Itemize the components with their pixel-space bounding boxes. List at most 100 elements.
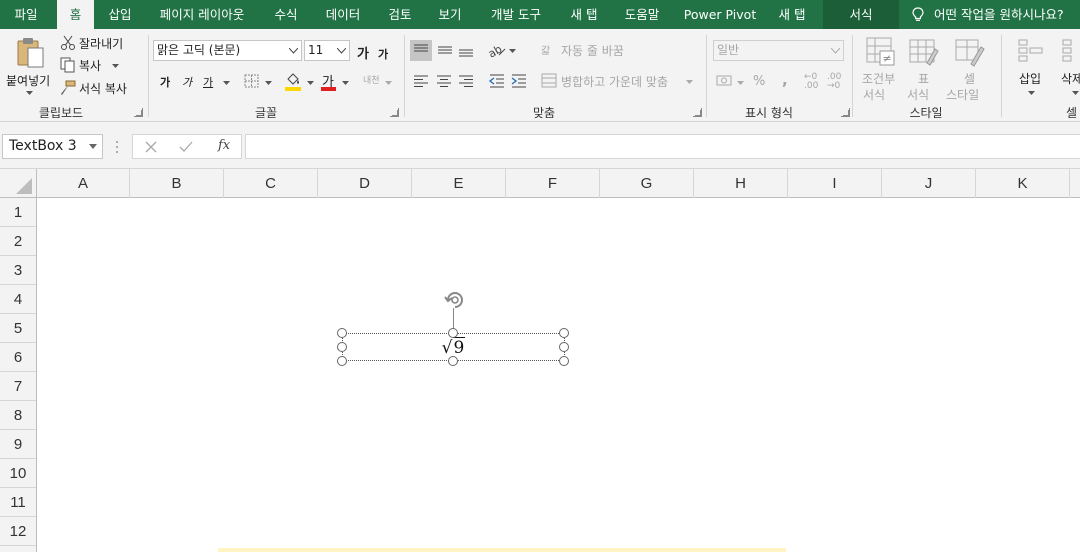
- paste-button[interactable]: 붙여넣기: [4, 33, 54, 99]
- number-launcher[interactable]: [841, 108, 850, 117]
- font-name-dropdown[interactable]: 맑은 고딕 (본문): [153, 40, 302, 61]
- row-header-6[interactable]: 6: [0, 343, 36, 372]
- tab-formulas[interactable]: 수식: [266, 0, 306, 29]
- row-header-9[interactable]: 9: [0, 430, 36, 459]
- row-header-1[interactable]: 1: [0, 198, 36, 227]
- column-header-a[interactable]: A: [37, 169, 130, 198]
- rotate-handle-icon[interactable]: [443, 288, 467, 310]
- worksheet-grid[interactable]: [37, 198, 1080, 552]
- fill-color-button[interactable]: [285, 72, 307, 92]
- column-header-f[interactable]: F: [506, 169, 600, 198]
- resize-handle-middle-right[interactable]: [559, 342, 569, 352]
- column-header-e[interactable]: E: [412, 169, 506, 198]
- delete-cells-button[interactable]: 삭제: [1055, 35, 1080, 101]
- font-size-value: 11: [308, 43, 324, 57]
- shrink-font-button[interactable]: 가: [378, 46, 388, 62]
- select-all-button[interactable]: [0, 169, 37, 198]
- chevron-down-icon: [89, 144, 97, 149]
- currency-icon[interactable]: [716, 73, 734, 89]
- resize-handle-middle-left[interactable]: [337, 342, 347, 352]
- tab-file[interactable]: 파일: [0, 0, 52, 29]
- wrap-text-button[interactable]: 갋 자동 줄 바꿈: [541, 42, 636, 60]
- enter-icon[interactable]: [179, 141, 193, 153]
- tab-format[interactable]: 서식: [823, 0, 899, 29]
- align-left-icon[interactable]: [413, 73, 429, 89]
- clipboard-launcher[interactable]: [134, 108, 143, 117]
- column-header-g[interactable]: G: [600, 169, 694, 198]
- column-header-k[interactable]: K: [976, 169, 1070, 198]
- tell-me-search[interactable]: 어떤 작업을 원하시나요?: [912, 0, 1064, 29]
- row-header-5[interactable]: 5: [0, 314, 36, 343]
- tab-insert[interactable]: 삽입: [98, 0, 142, 29]
- font-size-dropdown[interactable]: 11: [304, 40, 350, 61]
- tab-view[interactable]: 보기: [430, 0, 470, 29]
- tab-data[interactable]: 데이터: [318, 0, 368, 29]
- insert-cells-button[interactable]: 삽입: [1011, 35, 1051, 101]
- copy-button[interactable]: 복사: [60, 56, 122, 74]
- align-right-icon[interactable]: [458, 73, 474, 89]
- cut-button[interactable]: 잘라내기: [60, 34, 132, 52]
- row-header-11[interactable]: 11: [0, 488, 36, 517]
- formula-input[interactable]: [245, 134, 1080, 159]
- ribbon: 붙여넣기 잘라내기 복사 서식 복사 클립보드 맑은 고딕 (본문) 11 가 …: [0, 29, 1080, 122]
- tab-review[interactable]: 검토: [380, 0, 420, 29]
- alignment-launcher[interactable]: [693, 108, 702, 117]
- tab-home[interactable]: 홈: [57, 0, 94, 29]
- bold-button[interactable]: 가: [160, 74, 170, 90]
- row-header-10[interactable]: 10: [0, 459, 36, 488]
- cell-styles-label-1: 셀: [964, 72, 976, 86]
- resize-handle-bottom-right[interactable]: [559, 356, 569, 366]
- name-box[interactable]: TextBox 3: [2, 134, 103, 159]
- tab-power-pivot[interactable]: Power Pivot: [680, 0, 760, 29]
- row-header-3[interactable]: 3: [0, 256, 36, 285]
- cell-styles-button[interactable]: 셀 스타일: [944, 35, 996, 102]
- row-header-7[interactable]: 7: [0, 372, 36, 401]
- tab-new-1[interactable]: 새 탭: [562, 0, 606, 29]
- format-painter-button[interactable]: 서식 복사: [60, 79, 134, 97]
- increase-indent-icon[interactable]: [511, 73, 527, 89]
- cancel-icon[interactable]: [145, 141, 157, 153]
- tab-page-layout[interactable]: 페이지 레이아웃: [148, 0, 256, 29]
- align-center-icon[interactable]: [436, 73, 452, 89]
- row-header-8[interactable]: 8: [0, 401, 36, 430]
- column-header-i[interactable]: I: [788, 169, 882, 198]
- align-top-button[interactable]: [410, 40, 432, 61]
- merge-center-button[interactable]: 병합하고 가운데 맞춤: [541, 73, 696, 91]
- font-launcher[interactable]: [390, 108, 399, 117]
- tab-help[interactable]: 도움말: [616, 0, 668, 29]
- column-header-j[interactable]: J: [882, 169, 976, 198]
- format-as-table-button[interactable]: 표 서식: [904, 35, 944, 102]
- column-header-b[interactable]: B: [130, 169, 224, 198]
- insert-function-button[interactable]: fx: [218, 138, 230, 153]
- tab-new-2[interactable]: 새 탭: [770, 0, 814, 29]
- align-middle-icon[interactable]: [434, 40, 456, 61]
- column-header-c[interactable]: C: [224, 169, 318, 198]
- italic-button[interactable]: 가: [182, 74, 192, 90]
- column-header-d[interactable]: D: [318, 169, 412, 198]
- conditional-formatting-button[interactable]: ≠ 조건부 서식: [857, 35, 905, 102]
- row-header-4[interactable]: 4: [0, 285, 36, 314]
- percent-button[interactable]: %: [753, 74, 765, 89]
- row-header-2[interactable]: 2: [0, 227, 36, 256]
- resize-handle-top-center[interactable]: [448, 328, 458, 338]
- comma-button[interactable]: ,: [782, 71, 788, 89]
- decrease-decimal-button[interactable]: .00 →0: [827, 73, 843, 91]
- borders-icon[interactable]: [244, 74, 260, 88]
- orientation-icon[interactable]: ab: [487, 41, 507, 59]
- align-bottom-icon[interactable]: [455, 40, 477, 61]
- number-format-dropdown[interactable]: 일반: [713, 40, 844, 61]
- column-header-h[interactable]: H: [694, 169, 788, 198]
- resize-handle-top-right[interactable]: [559, 328, 569, 338]
- underline-button[interactable]: 가: [203, 74, 213, 90]
- row-header-12[interactable]: 12: [0, 517, 36, 546]
- increase-decimal-button[interactable]: ←0 .00: [804, 73, 820, 91]
- resize-handle-bottom-center[interactable]: [448, 356, 458, 366]
- resize-handle-top-left[interactable]: [337, 328, 347, 338]
- phonetic-button[interactable]: 내천: [363, 73, 380, 86]
- resize-handle-bottom-left[interactable]: [337, 356, 347, 366]
- tab-developer[interactable]: 개발 도구: [482, 0, 550, 29]
- grow-font-button[interactable]: 가: [357, 43, 369, 62]
- font-color-button[interactable]: 가: [321, 71, 339, 91]
- decrease-indent-icon[interactable]: [489, 73, 505, 89]
- delete-cells-label: 삭제: [1061, 72, 1080, 86]
